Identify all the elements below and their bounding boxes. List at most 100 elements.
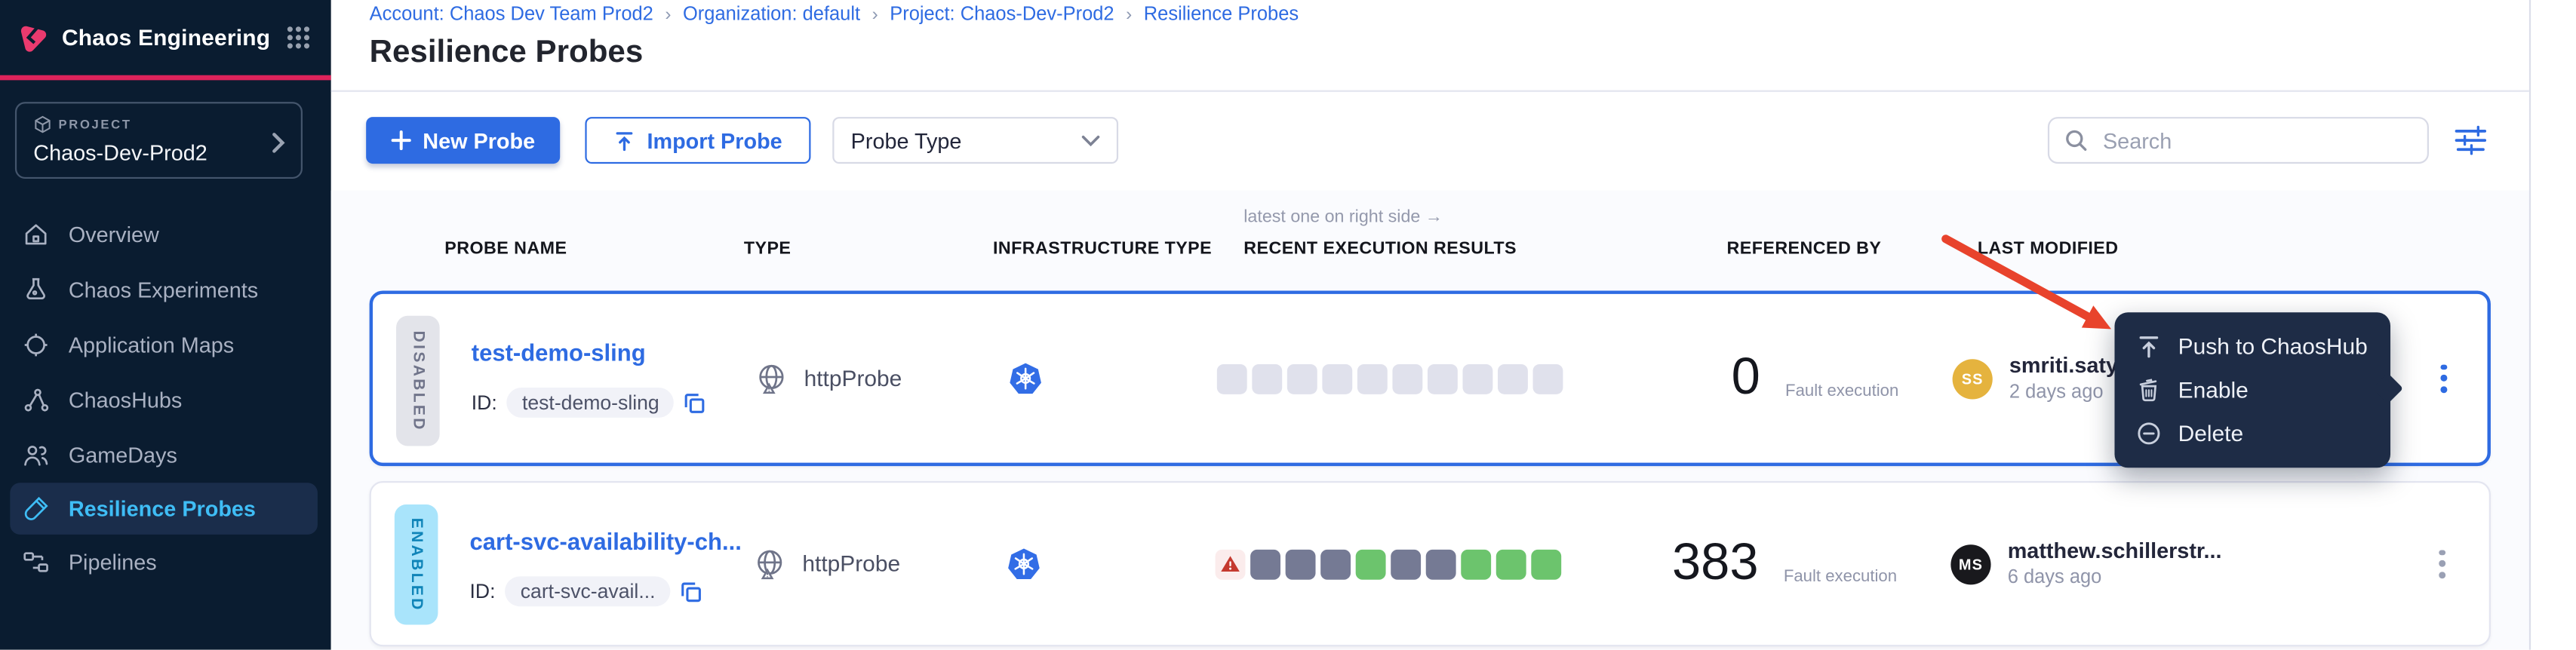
scrollbar-gutter[interactable]: [2529, 0, 2576, 650]
column-header-recent-execution-results: RECENT EXECUTION RESULTS: [1243, 239, 1517, 259]
referenced-by-unit: Fault execution: [1785, 382, 1898, 400]
execution-result-tile-slate: [1426, 549, 1456, 579]
execution-result-tile-green: [1531, 549, 1561, 579]
menu-item-push-to-chaoshub[interactable]: Push to ChaosHub: [2114, 324, 2390, 368]
new-probe-label: New Probe: [423, 127, 535, 152]
import-probe-label: Import Probe: [647, 127, 782, 152]
probe-type-cell: httpProbe: [754, 360, 902, 397]
execution-result-tile-empty: [1428, 363, 1458, 394]
test-tube-icon: [22, 495, 51, 523]
search-input[interactable]: [2100, 126, 2412, 155]
project-label: PROJECT: [59, 117, 132, 132]
brand-row: Chaos Engineering: [0, 0, 331, 75]
sidebar-item-gamedays[interactable]: GameDays: [0, 428, 331, 483]
probe-type-text: httpProbe: [804, 366, 902, 391]
status-badge: ENABLED: [395, 504, 438, 625]
breadcrumb-organization[interactable]: Organization: default: [683, 5, 860, 26]
probe-name-link[interactable]: cart-svc-availability-ch...: [470, 528, 742, 554]
globe-warning-icon: [752, 545, 788, 582]
cube-icon: [33, 115, 51, 133]
status-badge: DISABLED: [396, 316, 440, 446]
execution-result-tile-empty: [1392, 363, 1422, 394]
column-header-last-modified: LAST MODIFIED: [1978, 239, 2119, 259]
hub-icon: [22, 386, 51, 415]
breadcrumb: Account: Chaos Dev Team Prod2 › Organiza…: [370, 5, 1299, 26]
breadcrumb-current[interactable]: Resilience Probes: [1144, 5, 1299, 26]
menu-item-delete[interactable]: Delete: [2114, 411, 2390, 455]
execution-result-tile-empty: [1322, 363, 1352, 394]
sidebar-item-chaoshubs[interactable]: ChaosHubs: [0, 373, 331, 428]
plus-icon: [391, 130, 411, 151]
import-icon: [613, 130, 635, 152]
chaos-engineering-logo-icon: [15, 20, 51, 56]
probe-id-row: ID: cart-svc-avail...: [470, 576, 702, 606]
row-context-menu: Push to ChaosHub Enable Delete: [2114, 312, 2390, 468]
push-up-icon: [2136, 333, 2161, 358]
sidebar-nav: Overview Chaos Experiments Application M…: [0, 207, 331, 590]
minus-circle-icon: [2136, 420, 2161, 445]
people-icon: [22, 441, 51, 470]
column-header-probe-name: PROBE NAME: [444, 239, 567, 259]
avatar: SS: [1953, 358, 1993, 398]
project-selector[interactable]: PROJECT Chaos-Dev-Prod2: [15, 102, 303, 179]
execution-result-tile-empty: [1252, 363, 1282, 394]
import-probe-button[interactable]: Import Probe: [585, 117, 810, 164]
sidebar-item-chaos-experiments[interactable]: Chaos Experiments: [0, 262, 331, 317]
row-actions-menu-button[interactable]: [2432, 543, 2452, 585]
modified-date: 6 days ago: [2008, 567, 2102, 587]
execution-result-tile-slate: [1286, 549, 1316, 579]
execution-result-tile-warning: [1216, 549, 1246, 579]
trash-icon: [2136, 377, 2161, 402]
probe-name-link[interactable]: test-demo-sling: [472, 339, 646, 366]
referenced-by-unit: Fault execution: [1784, 567, 1897, 585]
app-window: Chaos Engineering PROJECT Chaos-Dev-Prod…: [0, 0, 2576, 650]
probe-type-dropdown[interactable]: Probe Type: [832, 117, 1118, 164]
kubernetes-icon: [1008, 361, 1044, 397]
breadcrumb-separator: ›: [872, 5, 878, 26]
table-row-cart-svc-availability[interactable]: ENABLED cart-svc-availability-ch... ID: …: [370, 481, 2491, 646]
sidebar-item-pipelines[interactable]: Pipelines: [0, 535, 331, 590]
menu-item-label: Delete: [2178, 420, 2243, 445]
probe-type-text: httpProbe: [802, 551, 900, 576]
probe-id-row: ID: test-demo-sling: [472, 388, 706, 418]
execution-result-tile-slate: [1391, 549, 1421, 579]
modified-by-name: matthew.schillerstr...: [2008, 537, 2222, 562]
header-divider: [331, 90, 2529, 92]
execution-result-tile-empty: [1462, 363, 1492, 394]
new-probe-button[interactable]: New Probe: [366, 117, 560, 164]
sidebar-item-label: Resilience Probes: [69, 496, 256, 521]
column-header-infrastructure-type: INFRASTRUCTURE TYPE: [993, 239, 1212, 259]
breadcrumb-account[interactable]: Account: Chaos Dev Team Prod2: [370, 5, 653, 26]
execution-results: [1217, 363, 1563, 394]
project-name: Chaos-Dev-Prod2: [33, 140, 284, 165]
sidebar-item-label: Chaos Experiments: [69, 277, 258, 302]
modified-date: 2 days ago: [2009, 382, 2104, 402]
row-actions-menu-button[interactable]: [2434, 357, 2454, 400]
referenced-by-count: 383: [1558, 532, 1759, 592]
execution-result-tile-empty: [1533, 363, 1563, 394]
execution-result-tile-slate: [1320, 549, 1351, 579]
chevron-right-icon: [271, 132, 286, 154]
column-header-referenced-by: REFERENCED BY: [1727, 239, 1882, 259]
id-label: ID:: [470, 580, 496, 603]
execution-result-tile-empty: [1498, 363, 1528, 394]
execution-result-tile-green: [1356, 549, 1386, 579]
copy-icon[interactable]: [681, 581, 702, 602]
results-order-note: latest one on right side →: [1243, 207, 1443, 228]
globe-warning-icon: [754, 360, 789, 397]
breadcrumb-project[interactable]: Project: Chaos-Dev-Prod2: [890, 5, 1114, 26]
sidebar-item-label: Application Maps: [69, 333, 234, 357]
filter-sliders-icon[interactable]: [2454, 125, 2487, 155]
chevron-down-icon: [1081, 134, 1099, 146]
sidebar: Chaos Engineering PROJECT Chaos-Dev-Prod…: [0, 0, 331, 650]
sidebar-item-resilience-probes[interactable]: Resilience Probes: [10, 483, 318, 535]
sidebar-item-application-maps[interactable]: Application Maps: [0, 317, 331, 373]
column-header-type: TYPE: [744, 239, 792, 259]
execution-result-tile-slate: [1250, 549, 1280, 579]
menu-item-enable[interactable]: Enable: [2114, 367, 2390, 411]
warning-triangle-icon: [1220, 555, 1240, 573]
copy-icon[interactable]: [684, 392, 706, 414]
menu-item-label: Push to ChaosHub: [2178, 333, 2368, 358]
sidebar-item-overview[interactable]: Overview: [0, 207, 331, 262]
app-grid-icon[interactable]: [286, 25, 311, 50]
